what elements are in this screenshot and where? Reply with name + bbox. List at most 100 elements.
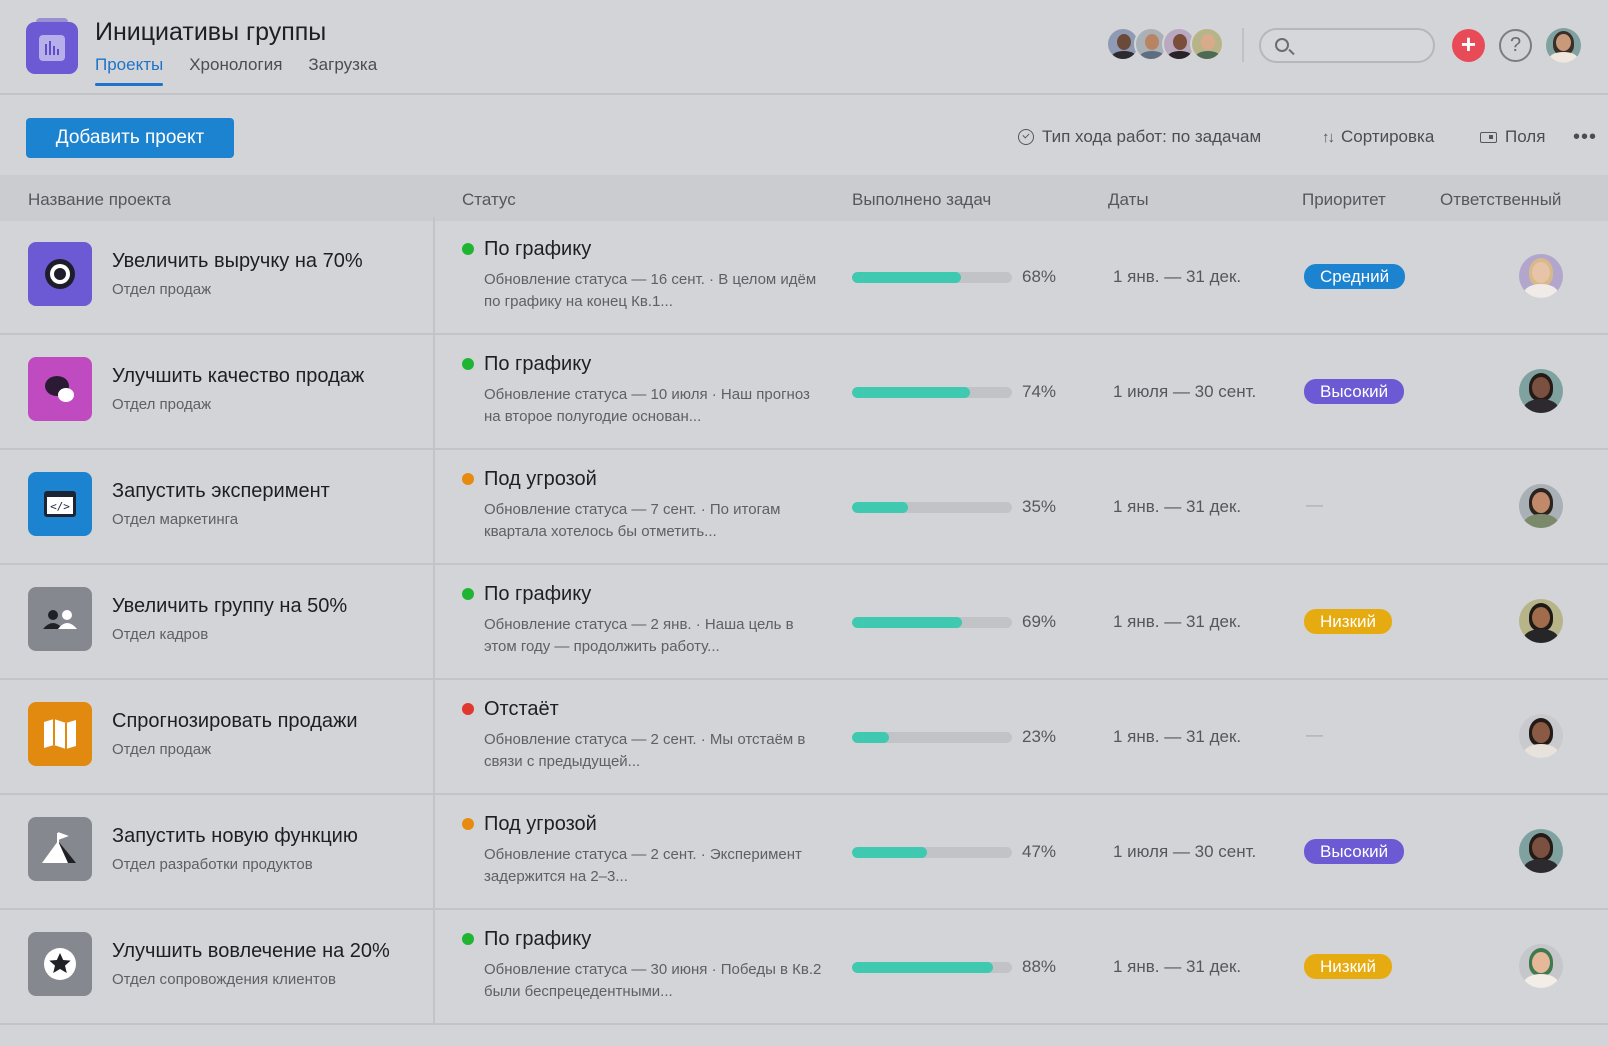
more-options-button[interactable]: ••• (1573, 126, 1597, 149)
owner-avatar[interactable] (1519, 714, 1563, 758)
fields-button[interactable]: Поля (1480, 127, 1545, 147)
priority-badge[interactable]: Средний (1304, 264, 1406, 289)
search-icon (1275, 38, 1289, 52)
progress-bar (852, 847, 1012, 858)
project-name[interactable]: Спрогнозировать продажи (112, 710, 358, 733)
status-update-text[interactable]: Обновление статуса — 16 сент. · В целом … (484, 269, 824, 313)
column-header-name[interactable]: Название проекта (28, 190, 171, 210)
fields-label: Поля (1505, 127, 1546, 146)
status-label[interactable]: Под угрозой (484, 813, 597, 836)
priority-badge[interactable]: Низкий (1304, 954, 1392, 979)
status-label[interactable]: Отстаёт (484, 698, 559, 721)
add-project-button[interactable]: Добавить проект (26, 118, 234, 158)
status-update-text[interactable]: Обновление статуса — 2 янв. · Наша цель … (484, 614, 824, 658)
status-label[interactable]: Под угрозой (484, 468, 597, 491)
page-title: Инициативы группы (95, 18, 327, 46)
owner-avatar[interactable] (1519, 829, 1563, 873)
code-window-icon: </> (28, 472, 92, 536)
priority-badge[interactable]: Высокий (1304, 839, 1405, 864)
project-dates[interactable]: 1 июля — 30 сент. (1113, 842, 1256, 862)
status-update-text[interactable]: Обновление статуса — 2 сент. · Экспериме… (484, 844, 824, 888)
status-update-text[interactable]: Обновление статуса — 7 сент. · По итогам… (484, 499, 824, 543)
table-row[interactable]: Улучшить качество продаж Отдел продаж По… (0, 332, 1608, 450)
project-icon-tile[interactable] (28, 242, 92, 306)
header-divider (1242, 28, 1244, 62)
project-icon-tile[interactable] (28, 357, 92, 421)
column-divider (433, 332, 435, 448)
project-icon-tile[interactable] (28, 817, 92, 881)
progress-percent: 68% (1022, 267, 1057, 286)
project-icon-tile[interactable]: </> (28, 472, 92, 536)
column-header-status[interactable]: Статус (462, 190, 516, 210)
owner-avatar[interactable] (1519, 254, 1563, 298)
status-label[interactable]: По графику (484, 238, 591, 261)
search-box[interactable] (1259, 28, 1435, 63)
project-dates[interactable]: 1 янв. — 31 дек. (1113, 497, 1241, 517)
project-name[interactable]: Увеличить группу на 50% (112, 595, 347, 618)
status-update-text[interactable]: Обновление статуса — 30 июня · Победы в … (484, 959, 824, 1003)
project-name[interactable]: Улучшить вовлечение на 20% (112, 940, 390, 963)
status-dot-icon (462, 818, 474, 830)
project-name[interactable]: Запустить эксперимент (112, 480, 330, 503)
user-avatar[interactable] (1546, 28, 1581, 63)
progress-percent: 23% (1022, 727, 1057, 746)
search-input[interactable] (1297, 35, 1427, 57)
column-header-owner[interactable]: Ответственный (1440, 190, 1561, 210)
status-update-text[interactable]: Обновление статуса — 10 июля · Наш прогн… (484, 384, 824, 428)
progress-bar (852, 617, 1012, 628)
fields-icon (1480, 131, 1497, 143)
owner-avatar[interactable] (1519, 944, 1563, 988)
priority-badge[interactable]: Высокий (1304, 379, 1405, 404)
status-label[interactable]: По графику (484, 353, 591, 376)
project-name[interactable]: Улучшить качество продаж (112, 365, 364, 388)
progress-percent: 35% (1022, 497, 1057, 516)
project-name[interactable]: Запустить новую функцию (112, 825, 358, 848)
tab-projects[interactable]: Проекты (95, 55, 164, 86)
project-dates[interactable]: 1 янв. — 31 дек. (1113, 727, 1241, 747)
table-row[interactable]: Улучшить вовлечение на 20% Отдел сопрово… (0, 907, 1608, 1025)
owner-avatar[interactable] (1519, 369, 1563, 413)
project-icon-tile[interactable] (28, 932, 92, 996)
priority-badge[interactable]: Низкий (1304, 609, 1392, 634)
project-dates[interactable]: 1 янв. — 31 дек. (1113, 957, 1241, 977)
project-dates[interactable]: 1 июля — 30 сент. (1113, 382, 1256, 402)
help-button[interactable]: ? (1499, 29, 1532, 62)
owner-avatar[interactable] (1519, 484, 1563, 528)
progress-bar (852, 962, 1012, 973)
members-avatars[interactable] (1106, 27, 1224, 61)
table-row[interactable]: Увеличить выручку на 70% Отдел продаж По… (0, 217, 1608, 335)
priority-empty[interactable]: — (1306, 495, 1323, 515)
project-icon-tile[interactable] (28, 702, 92, 766)
project-name[interactable]: Увеличить выручку на 70% (112, 250, 363, 273)
progress-percent: 47% (1022, 842, 1057, 861)
progress-type-button[interactable]: Тип хода работ: по задачам (1018, 127, 1261, 147)
status-update-text[interactable]: Обновление статуса — 2 сент. · Мы отстаё… (484, 729, 824, 773)
project-dates[interactable]: 1 янв. — 31 дек. (1113, 267, 1241, 287)
status-label[interactable]: По графику (484, 583, 591, 606)
table-row[interactable]: Запустить новую функцию Отдел разработки… (0, 792, 1608, 910)
table-row[interactable]: Увеличить группу на 50% Отдел кадров По … (0, 562, 1608, 680)
project-department: Отдел продаж (112, 396, 212, 413)
member-avatar[interactable] (1190, 27, 1224, 61)
column-header-dates[interactable]: Даты (1108, 190, 1149, 210)
project-dates[interactable]: 1 янв. — 31 дек. (1113, 612, 1241, 632)
status-dot-icon (462, 933, 474, 945)
mountain-flag-icon (28, 817, 92, 881)
project-icon-tile[interactable] (28, 587, 92, 651)
table-row[interactable]: </> Запустить эксперимент Отдел маркетин… (0, 447, 1608, 565)
owner-avatar[interactable] (1519, 599, 1563, 643)
sort-button[interactable]: ↑↓ Сортировка (1322, 127, 1434, 147)
status-label[interactable]: По графику (484, 928, 591, 951)
target-icon (28, 242, 92, 306)
chat-bubbles-icon (28, 357, 92, 421)
top-bar: Инициативы группы Проекты Хронология Заг… (0, 0, 1608, 95)
table-row[interactable]: Спрогнозировать продажи Отдел продаж Отс… (0, 677, 1608, 795)
project-department: Отдел продаж (112, 281, 212, 298)
tab-workload[interactable]: Загрузка (308, 55, 377, 85)
priority-empty[interactable]: — (1306, 725, 1323, 745)
quick-add-button[interactable]: + (1452, 29, 1485, 62)
column-header-completed[interactable]: Выполнено задач (852, 190, 991, 210)
app-window: Инициативы группы Проекты Хронология Заг… (0, 0, 1608, 1046)
column-header-priority[interactable]: Приоритет (1302, 190, 1386, 210)
tab-timeline[interactable]: Хронология (189, 55, 282, 85)
